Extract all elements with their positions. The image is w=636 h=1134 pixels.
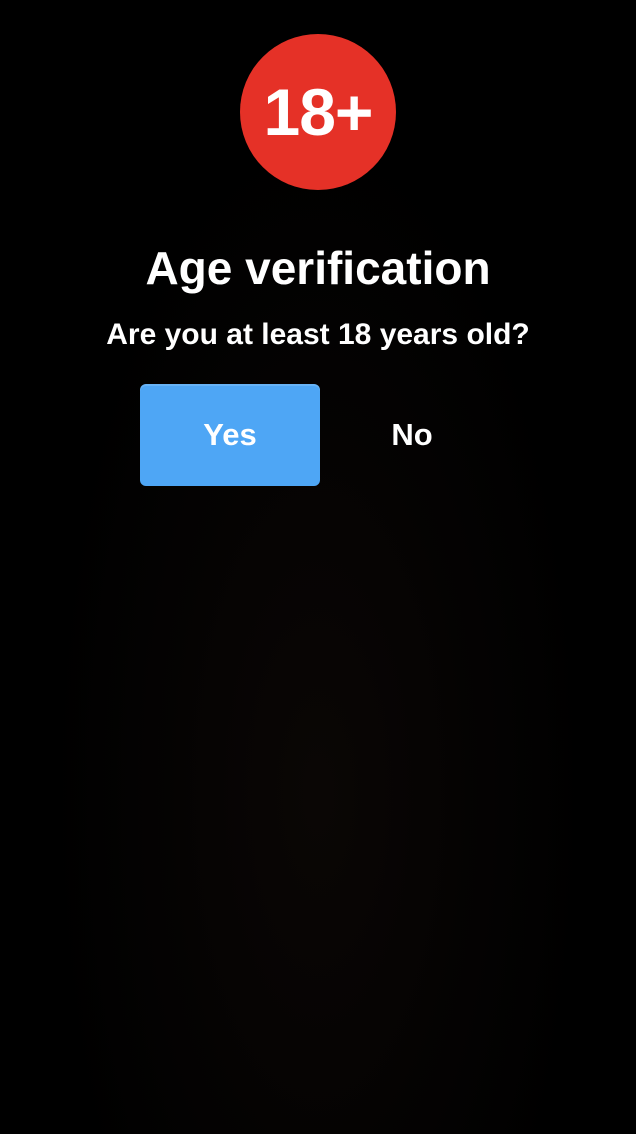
yes-button[interactable]: Yes: [140, 384, 320, 486]
no-button[interactable]: No: [322, 384, 502, 486]
age-18-plus-badge-icon: 18+: [240, 34, 396, 190]
dialog-question: Are you at least 18 years old?: [106, 318, 530, 351]
dialog-title: Age verification: [145, 242, 491, 294]
badge-text: 18+: [263, 75, 374, 149]
